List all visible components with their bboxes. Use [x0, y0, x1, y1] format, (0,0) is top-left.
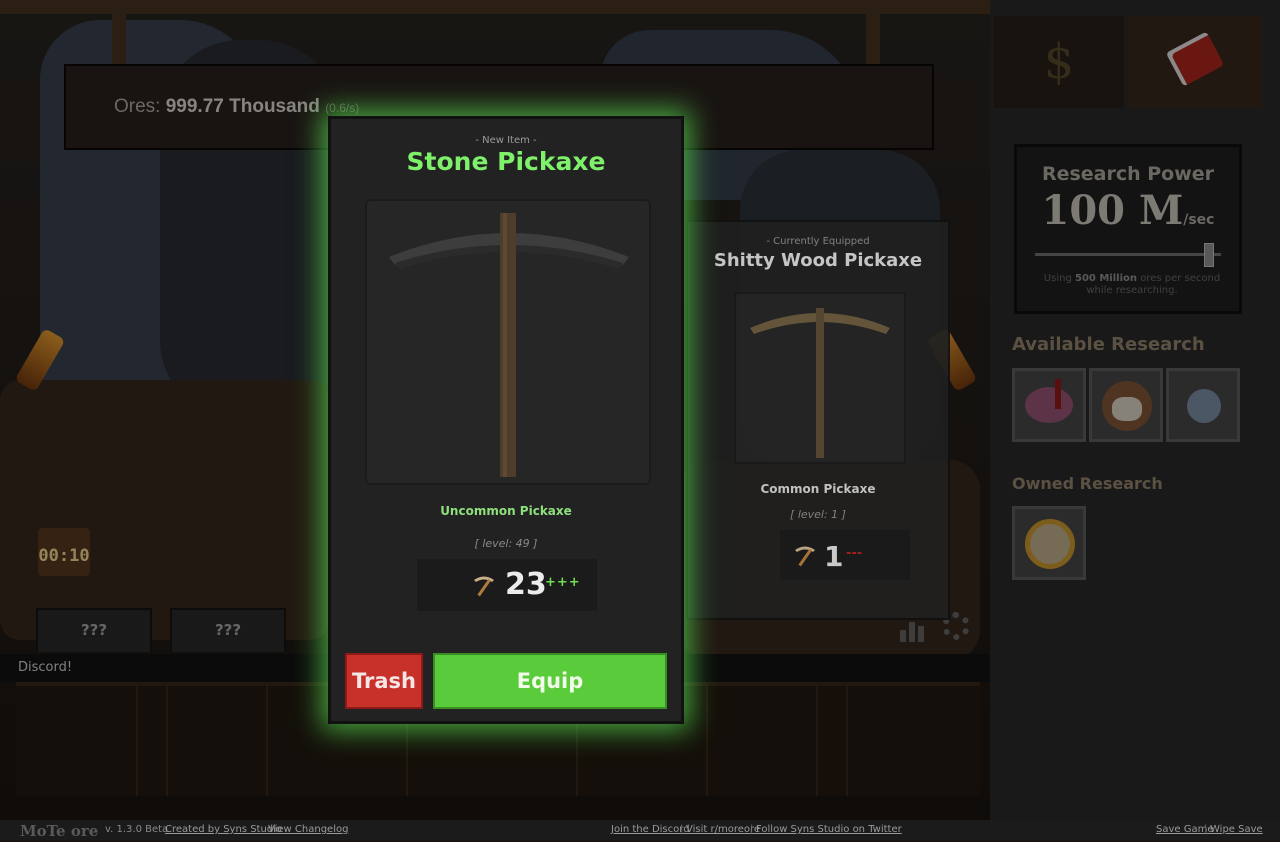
new-item-rarity: Uncommon Pickaxe	[440, 504, 572, 518]
trash-button[interactable]: Trash	[345, 653, 423, 709]
footer-separator: |	[750, 824, 754, 835]
equipped-level: [ level: 1 ]	[790, 508, 846, 521]
equipped-stat-modifier: ---	[846, 546, 863, 561]
wipe-save-link[interactable]: Wipe Save	[1210, 820, 1263, 840]
new-item-stat-modifier: +++	[545, 575, 581, 590]
new-item-caption: - New Item -	[475, 135, 537, 146]
new-item-level: [ level: 49 ]	[474, 537, 538, 550]
discord-link[interactable]: Join the Discord	[611, 820, 690, 840]
equip-button[interactable]: Equip	[433, 653, 667, 709]
pickaxe-icon	[795, 546, 815, 567]
twitter-link[interactable]: Follow Syns Studio on Twitter	[756, 820, 902, 840]
version-label: v. 1.3.0 Beta	[105, 824, 169, 835]
wood-pickaxe-icon	[734, 292, 906, 464]
stone-pickaxe-icon	[365, 199, 651, 485]
footer-separator: |	[680, 824, 684, 835]
equipped-stat-value: 1	[824, 540, 844, 573]
new-item-name: Stone Pickaxe	[406, 147, 606, 176]
new-item-stat-value: 23	[505, 567, 547, 602]
footer-separator: |	[1204, 824, 1208, 835]
equipped-rarity: Common Pickaxe	[760, 482, 876, 496]
new-item-stat: 23 +++	[417, 559, 597, 611]
new-item-card: - New Item - Stone Pickaxe Uncommon Pick…	[328, 116, 684, 724]
footer: MoTe ore v. 1.3.0 Beta Created by Syns S…	[0, 820, 1280, 840]
equipped-item-name: Shitty Wood Pickaxe	[713, 250, 923, 271]
equipped-caption: - Currently Equipped	[766, 236, 870, 247]
created-by-link[interactable]: Created by Syns Studio	[165, 820, 282, 840]
equipped-stat: 1 ---	[780, 530, 910, 580]
changelog-link[interactable]: View Changelog	[268, 820, 348, 840]
equipped-item-card: - Currently Equipped Shitty Wood Pickaxe…	[686, 220, 950, 620]
game-logo: MoTe ore	[20, 822, 99, 840]
reddit-link[interactable]: Visit r/moreore	[686, 820, 760, 840]
pickaxe-icon	[474, 576, 494, 597]
